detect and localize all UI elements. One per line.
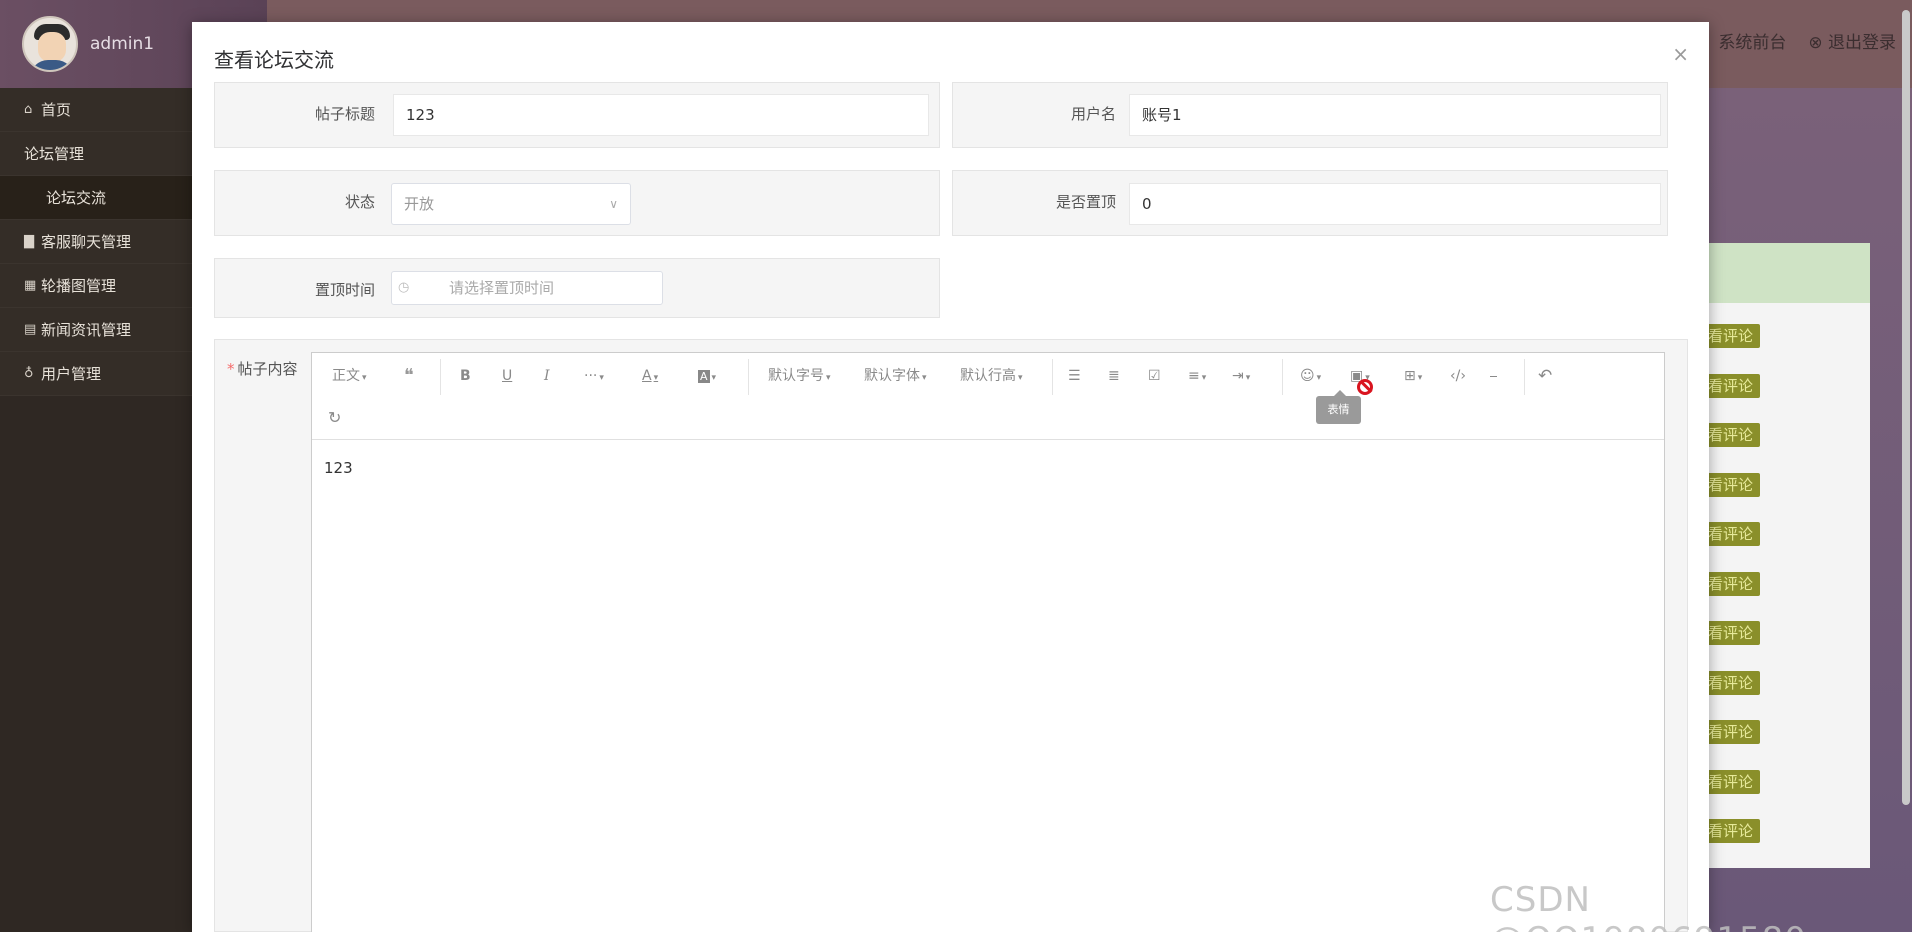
grid-icon: ▦: [24, 278, 37, 293]
status-select[interactable]: 开放 ∨: [391, 183, 631, 225]
font-family-dropdown[interactable]: 默认字体 ▾: [864, 363, 927, 389]
view-comments-button[interactable]: 看评论: [1702, 720, 1760, 744]
sidebar-item-label: 新闻资讯管理: [41, 321, 132, 339]
rich-text-editor[interactable]: 正文 ▾ ❝ B U I ··· ▾ A ▾ A ▾ 默认字号 ▾ 默认字体 ▾ 默认行高 ▾…: [311, 352, 1665, 932]
underline-icon[interactable]: U: [502, 363, 512, 389]
indent-icon[interactable]: ⇥ ▾: [1232, 363, 1250, 389]
clock-icon: ◷: [398, 280, 410, 295]
top-time-field: 置顶时间 ◷ 请选择置顶时间: [214, 258, 940, 318]
view-comments-button[interactable]: 看评论: [1702, 571, 1760, 596]
view-comments-button[interactable]: 看评论: [1702, 522, 1760, 546]
front-link[interactable]: 系统前台: [1718, 28, 1786, 53]
view-comments-button[interactable]: 看评论: [1702, 670, 1760, 695]
content-field: * 帖子内容 正文 ▾ ❝ B U I ··· ▾ A ▾ A ▾ 默认字号 ▾ 默认字体 ▾…: [214, 339, 1688, 932]
table-icon[interactable]: ⊞ ▾: [1404, 363, 1422, 389]
not-allowed-cursor-icon: [1357, 379, 1373, 395]
content-label: * 帖子内容: [227, 358, 298, 379]
view-comments-button[interactable]: 看评论: [1702, 621, 1760, 645]
home-icon: ⌂: [24, 102, 33, 117]
font-color-icon[interactable]: A ▾: [642, 363, 658, 389]
username-input[interactable]: 账号1: [1129, 94, 1661, 136]
username: admin1: [90, 34, 155, 54]
view-comments-button[interactable]: 看评论: [1702, 324, 1760, 348]
undo-icon[interactable]: ↶: [1538, 363, 1552, 389]
more-dropdown[interactable]: ··· ▾: [584, 363, 604, 389]
status-value: 开放: [404, 195, 435, 213]
avatar[interactable]: [22, 16, 78, 72]
redo-icon[interactable]: ↻: [328, 405, 341, 431]
book-icon: ▇: [24, 234, 34, 249]
bold-icon[interactable]: B: [460, 363, 471, 389]
sidebar-item-label: 轮播图管理: [41, 277, 117, 295]
logout-button[interactable]: ⊗ 退出登录: [1808, 28, 1896, 53]
sidebar-item-label: 首页: [41, 101, 72, 119]
emoji-tooltip: 表情: [1316, 396, 1361, 424]
font-size-dropdown[interactable]: 默认字号 ▾: [768, 363, 831, 389]
bullet-list-icon[interactable]: ☰: [1068, 363, 1081, 389]
todo-icon[interactable]: ☑: [1148, 363, 1161, 389]
view-comments-button[interactable]: 看评论: [1702, 819, 1760, 843]
quote-icon[interactable]: ❝: [404, 363, 414, 389]
paragraph-dropdown[interactable]: 正文 ▾: [332, 363, 367, 389]
dialog-title: 查看论坛交流: [214, 48, 334, 72]
editor-content[interactable]: 123: [324, 459, 353, 477]
is-top-input[interactable]: 0: [1129, 183, 1661, 225]
top-time-placeholder: 请选择置顶时间: [449, 279, 555, 297]
username-label: 用户名: [1070, 105, 1116, 123]
header-actions: 系统前台 ⊗ 退出登录: [1718, 28, 1896, 53]
align-icon[interactable]: ≡ ▾: [1188, 363, 1206, 389]
content-label-text: 帖子内容: [237, 360, 298, 378]
bg-color-icon[interactable]: A ▾: [698, 363, 716, 389]
view-comments-button[interactable]: 看评论: [1702, 769, 1760, 794]
chevron-down-icon: ∨: [609, 197, 618, 211]
view-dialog: 查看论坛交流 × 帖子标题 123 用户名 账号1 状态 开放 ∨ 是否置顶 0…: [192, 22, 1709, 932]
post-title-input[interactable]: 123: [393, 94, 929, 136]
close-icon[interactable]: ×: [1672, 42, 1689, 66]
is-top-label: 是否置顶: [1055, 193, 1116, 211]
username-field: 用户名 账号1: [952, 82, 1668, 148]
code-icon[interactable]: ‹/›: [1450, 363, 1466, 389]
sidebar-item-label: 论坛管理: [24, 145, 85, 163]
logout-label: 退出登录: [1828, 33, 1896, 53]
watermark: CSDN @QQ1980691580: [1490, 880, 1806, 932]
docs-icon: ▤: [24, 322, 37, 337]
numbered-list-icon[interactable]: ≣: [1108, 363, 1120, 389]
post-title-field: 帖子标题 123: [214, 82, 940, 148]
view-comments-button[interactable]: 看评论: [1702, 373, 1760, 398]
view-comments-button[interactable]: 看评论: [1702, 472, 1760, 497]
italic-icon[interactable]: I: [544, 363, 550, 389]
status-field: 状态 开放 ∨: [214, 170, 940, 236]
required-mark: *: [227, 360, 235, 378]
sidebar-item-label: 客服聊天管理: [41, 233, 132, 251]
page-scrollbar[interactable]: [1902, 10, 1910, 805]
line-height-dropdown[interactable]: 默认行高 ▾: [960, 363, 1023, 389]
emoji-icon[interactable]: ☺ ▾: [1300, 363, 1321, 389]
is-top-field: 是否置顶 0: [952, 170, 1668, 236]
sidebar-item-label: 论坛交流: [46, 189, 107, 207]
top-time-label: 置顶时间: [314, 281, 375, 299]
top-time-picker[interactable]: ◷ 请选择置顶时间: [391, 271, 663, 305]
divider-icon[interactable]: ⎯: [1490, 363, 1497, 389]
user-icon: ♁: [24, 366, 34, 381]
status-label: 状态: [344, 193, 375, 211]
background-table-header: [1700, 243, 1870, 303]
logout-icon: ⊗: [1808, 33, 1828, 53]
view-comments-button[interactable]: 看评论: [1702, 423, 1760, 447]
post-title-label: 帖子标题: [314, 105, 375, 123]
editor-toolbar: 正文 ▾ ❝ B U I ··· ▾ A ▾ A ▾ 默认字号 ▾ 默认字体 ▾ 默认行高 ▾…: [312, 353, 1664, 440]
sidebar-item-label: 用户管理: [41, 365, 102, 383]
